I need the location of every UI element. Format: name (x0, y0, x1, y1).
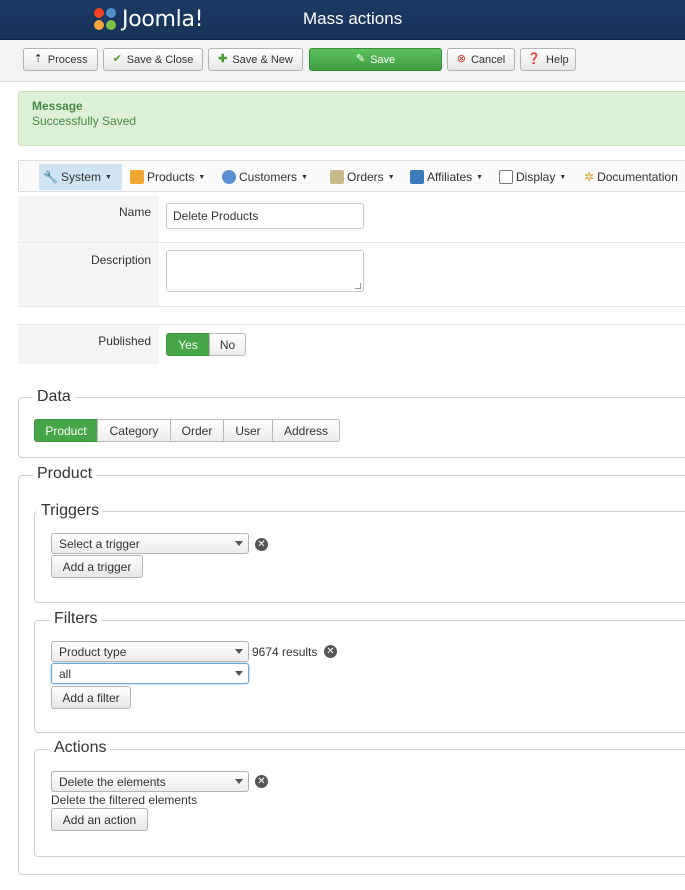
filter-results-count: 9674 results (252, 645, 318, 659)
message-text: Successfully Saved (32, 114, 137, 128)
menu-item-system[interactable]: 🔧 System ▼ (39, 164, 122, 190)
menu-label-products: Products (147, 170, 195, 184)
action-description: Delete the filtered elements (51, 793, 198, 807)
message-heading: Message (32, 99, 83, 113)
triggers-legend: Triggers (37, 502, 104, 520)
action-select-value: Delete the elements (59, 774, 166, 789)
save-label: Save (370, 53, 396, 66)
menu-label-customers: Customers (239, 170, 298, 184)
check-icon: ✔ (112, 53, 122, 65)
menu-item-affiliates[interactable]: Affiliates ▼ (406, 164, 487, 190)
filter-select[interactable]: Product type (51, 641, 249, 662)
tab-user[interactable]: User (223, 419, 273, 442)
help-button[interactable]: ❓ Help (520, 48, 576, 71)
header-bar: Joomla! Mass actions (0, 0, 685, 40)
caret-down-icon: ▼ (387, 173, 395, 181)
question-icon: ❓ (527, 53, 542, 65)
edit-icon: ✎ (355, 53, 366, 65)
tab-order[interactable]: Order (170, 419, 224, 442)
description-label: Description (18, 244, 159, 306)
published-row: Published Yes No (18, 324, 685, 364)
data-legend: Data (33, 388, 75, 406)
menu-label-system: System (60, 170, 101, 184)
save-new-button[interactable]: ✚ Save & New (208, 48, 303, 71)
add-filter-button[interactable]: Add a filter (51, 686, 131, 709)
orders-icon (330, 170, 344, 184)
published-no-button[interactable]: No (209, 333, 246, 356)
remove-action-icon[interactable]: ✕ (255, 775, 268, 788)
caret-down-icon: ▼ (559, 173, 567, 181)
upload-icon: ⇡ (33, 53, 43, 65)
process-label: Process (47, 53, 88, 66)
product-type-value: all (59, 666, 72, 681)
caret-down-icon: ▼ (104, 173, 112, 181)
published-toggle: Yes No (166, 333, 246, 356)
customers-icon (222, 170, 236, 184)
cancel-icon: ⊗ (456, 53, 466, 65)
caret-down-icon: ▼ (476, 173, 484, 181)
menu-item-display[interactable]: Display ▼ (495, 164, 570, 190)
dropdown-arrow-icon (235, 671, 243, 676)
menu-label-orders: Orders (347, 170, 384, 184)
save-close-button[interactable]: ✔ Save & Close (103, 48, 203, 71)
save-new-label: Save & New (232, 53, 293, 66)
actions-legend: Actions (50, 739, 111, 757)
caret-down-icon: ▼ (198, 173, 206, 181)
product-type-select[interactable]: all (51, 663, 249, 684)
logo-text: Joomla! (122, 6, 204, 32)
wrench-icon: 🔧 (43, 170, 58, 184)
success-message: Message Successfully Saved (18, 91, 685, 146)
dropdown-arrow-icon (235, 779, 243, 784)
joomla-logo: Joomla! (92, 4, 203, 34)
tab-product[interactable]: Product (34, 419, 98, 442)
menu-label-display: Display (516, 170, 556, 184)
save-close-label: Save & Close (126, 53, 194, 66)
dropdown-arrow-icon (235, 649, 243, 654)
dropdown-arrow-icon (235, 541, 243, 546)
joomla-logo-icon (92, 6, 118, 32)
action-select[interactable]: Delete the elements (51, 771, 249, 792)
page-title: Mass actions (303, 9, 403, 28)
plus-icon: ✚ (218, 53, 228, 65)
main-menu: 🔧 System ▼ Products ▼ Customers ▼ Orders ▼ A… (18, 160, 685, 192)
trigger-select-value: Select a trigger (59, 536, 140, 551)
add-trigger-button[interactable]: Add a trigger (51, 555, 143, 578)
menu-item-customers[interactable]: Customers ▼ (218, 164, 312, 190)
remove-filter-icon[interactable]: ✕ (324, 645, 337, 658)
process-button[interactable]: ⇡ Process (23, 48, 98, 71)
menu-label-documentation: Documentation (597, 170, 678, 184)
menu-item-documentation[interactable]: ✲ Documentation (580, 164, 682, 190)
product-legend: Product (33, 465, 97, 483)
documentation-icon: ✲ (584, 170, 595, 184)
description-row: Description (18, 244, 685, 307)
add-action-button[interactable]: Add an action (51, 808, 148, 831)
published-yes-button[interactable]: Yes (166, 333, 210, 356)
data-type-tabs: Product Category Order User Address (34, 419, 340, 442)
menu-item-products[interactable]: Products ▼ (126, 164, 209, 190)
name-field[interactable]: Delete Products (166, 203, 364, 229)
save-button[interactable]: ✎ Save (309, 48, 442, 71)
name-label: Name (18, 196, 159, 242)
resize-grip-icon (355, 283, 361, 289)
tab-address[interactable]: Address (272, 419, 340, 442)
toolbar: ⇡ Process ✔ Save & Close ✚ Save & New ✎ … (0, 40, 685, 82)
trigger-select[interactable]: Select a trigger (51, 533, 249, 554)
help-label: Help (546, 53, 569, 66)
menu-item-orders[interactable]: Orders ▼ (326, 164, 399, 190)
caret-down-icon: ▼ (301, 173, 308, 181)
cancel-button[interactable]: ⊗ Cancel (447, 48, 515, 71)
products-icon (130, 170, 144, 184)
tab-category[interactable]: Category (97, 419, 171, 442)
filter-select-value: Product type (59, 644, 127, 659)
menu-label-affiliates: Affiliates (427, 170, 473, 184)
description-field[interactable] (166, 250, 364, 292)
remove-trigger-icon[interactable]: ✕ (255, 538, 268, 551)
cancel-label: Cancel (470, 53, 506, 66)
display-icon (499, 170, 513, 184)
affiliates-icon (410, 170, 424, 184)
name-row: Name Delete Products (18, 196, 685, 243)
filters-legend: Filters (50, 610, 102, 628)
published-label: Published (18, 325, 159, 364)
